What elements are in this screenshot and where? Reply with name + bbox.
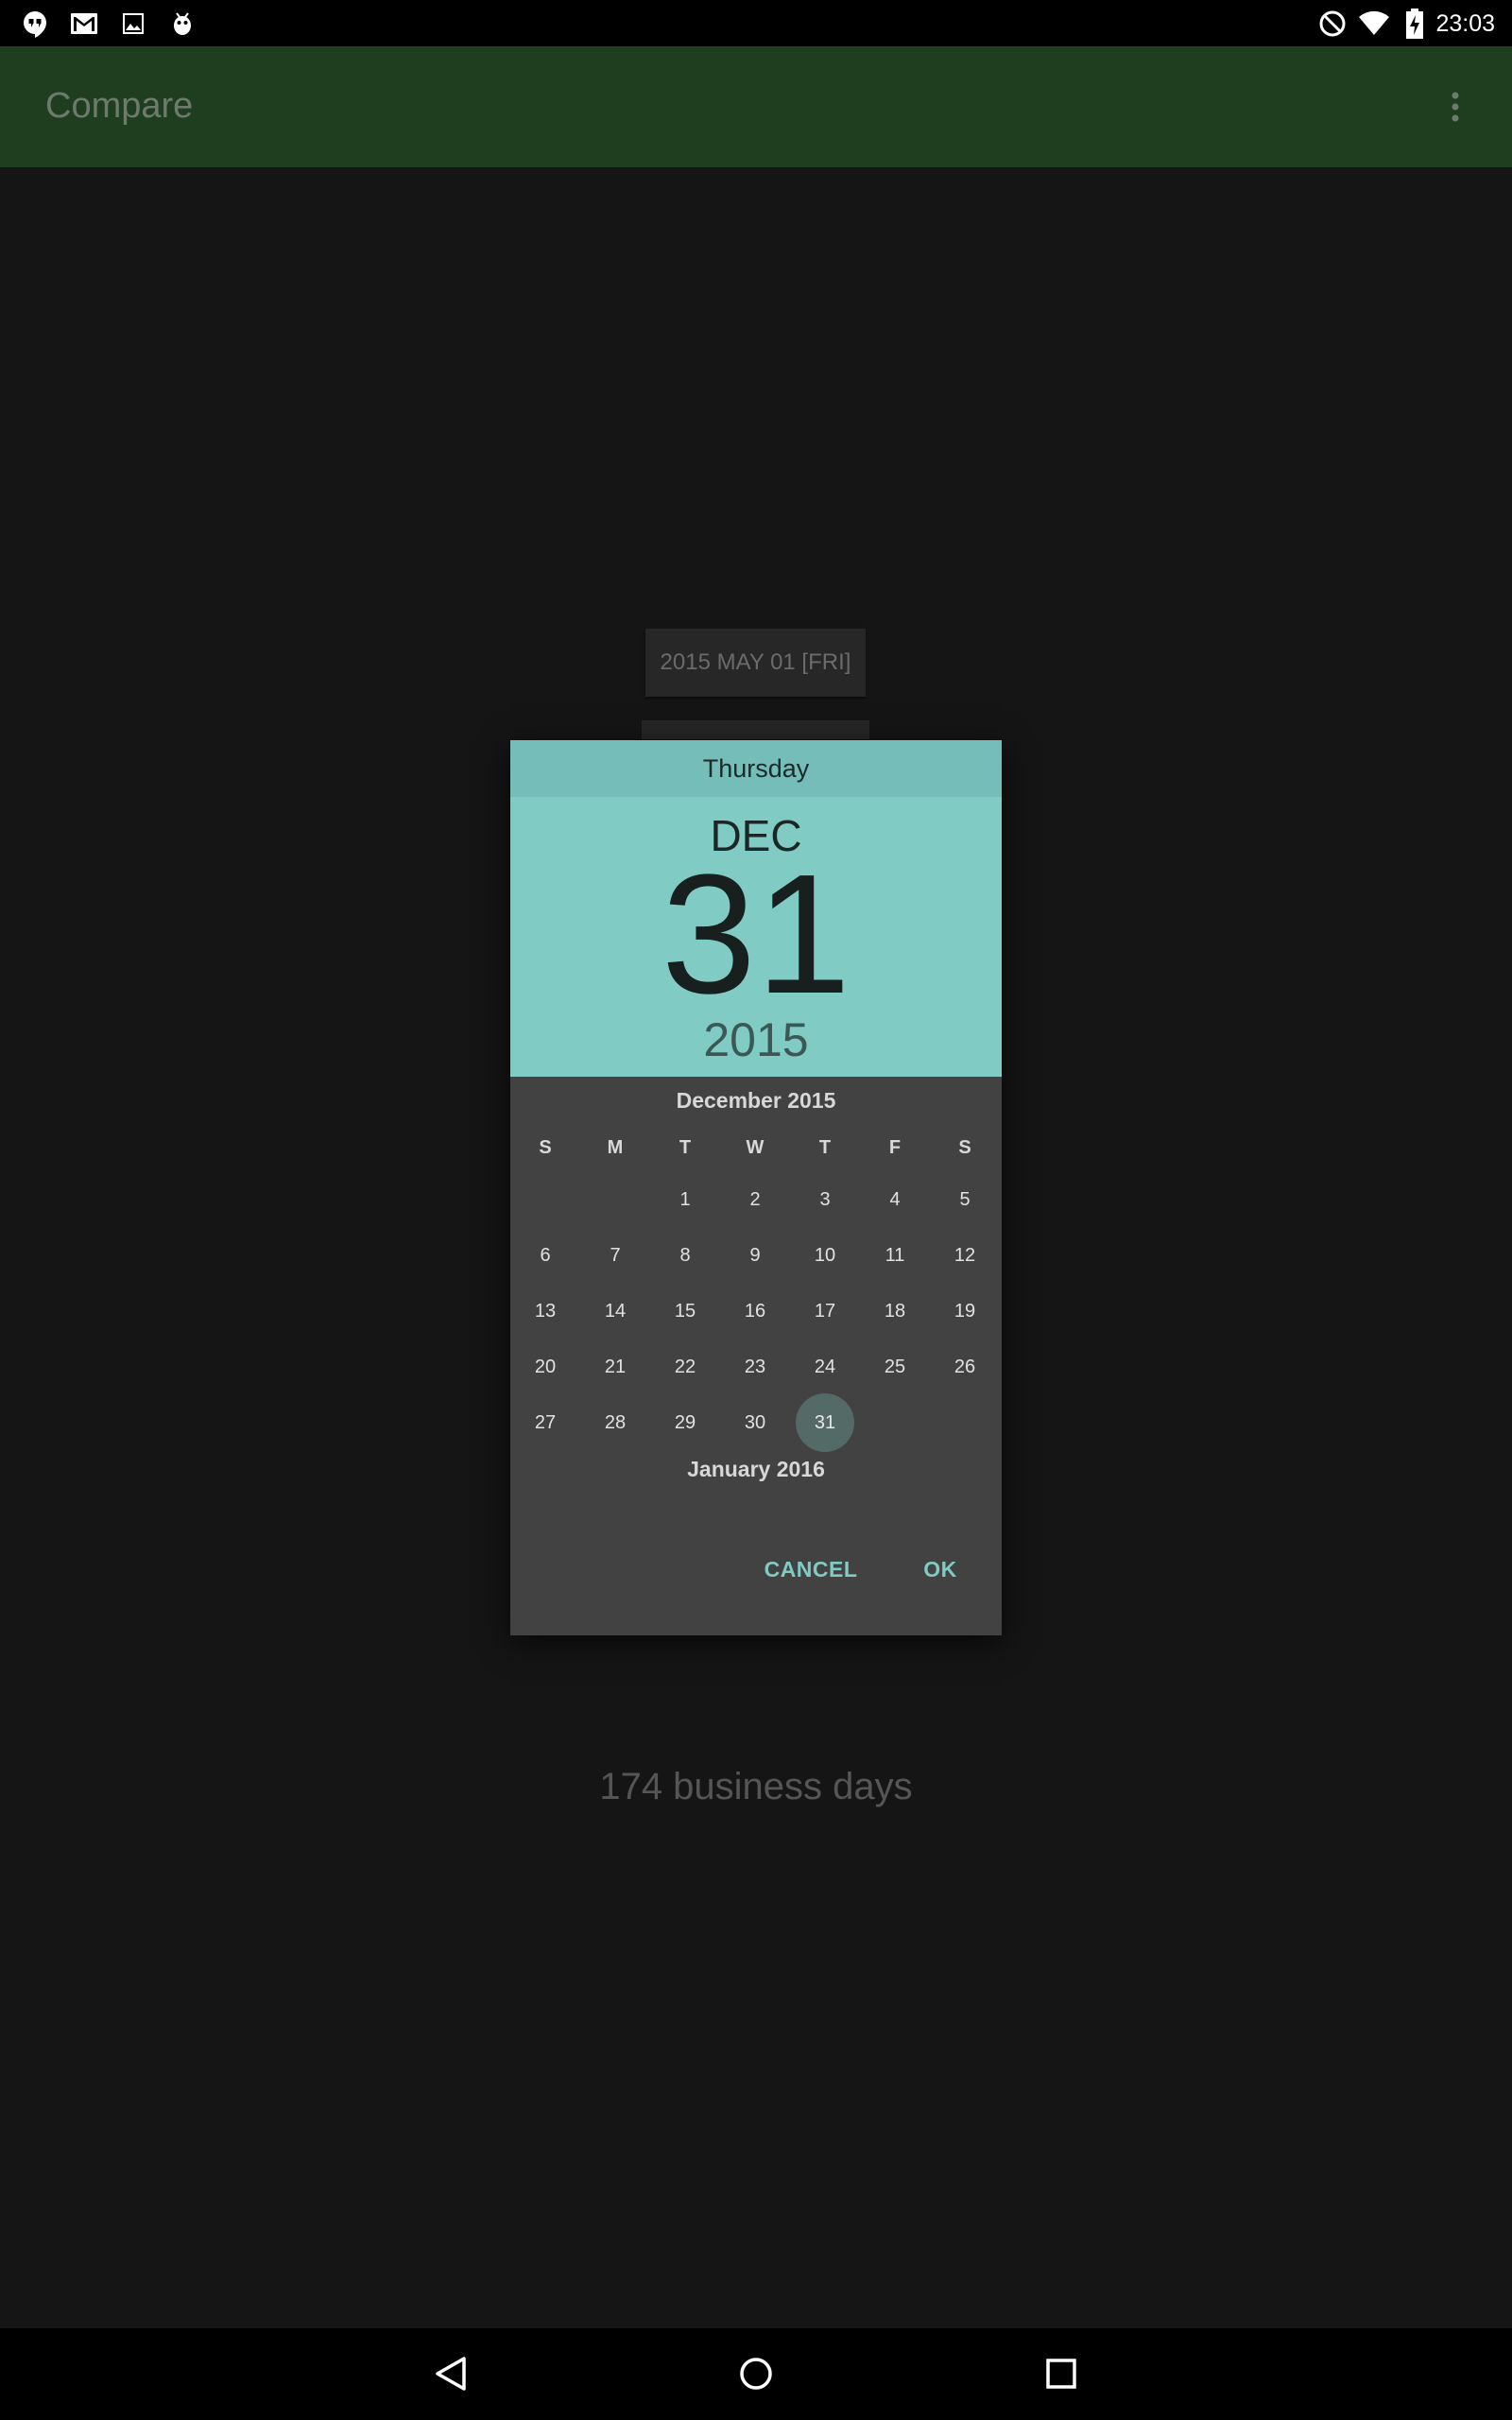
calendar-day[interactable]: 3 <box>796 1170 854 1229</box>
calendar-day[interactable]: 16 <box>726 1282 784 1340</box>
calendar-day[interactable]: 19 <box>936 1282 994 1340</box>
calendar-day[interactable]: 5 <box>936 1170 994 1229</box>
calendar-grid: 1 2 3 4 5 6 7 8 9 10 11 12 13 14 15 16 17 18 19 20 21 22 23 24 2… <box>510 1170 1002 1454</box>
recents-icon[interactable] <box>1033 2345 1090 2402</box>
start-date-button[interactable]: 2015 MAY 01 [FRI] <box>645 629 866 697</box>
calendar-day[interactable]: 2 <box>726 1170 784 1229</box>
weekday-label: W <box>746 1137 765 1158</box>
calendar-day[interactable]: 7 <box>586 1226 644 1285</box>
battery-charging-icon <box>1399 8 1431 40</box>
hangouts-icon <box>19 8 51 40</box>
calendar-day[interactable]: 15 <box>656 1282 714 1340</box>
calendar-day[interactable]: 25 <box>866 1338 924 1396</box>
status-bar: 23:03 <box>0 0 1512 46</box>
calendar-day[interactable]: 17 <box>796 1282 854 1340</box>
app-title: Compare <box>45 86 194 126</box>
calendar-day[interactable]: 9 <box>726 1226 784 1285</box>
weekday-label: T <box>679 1137 692 1158</box>
overflow-menu-icon[interactable] <box>1436 88 1474 126</box>
weekday-label: M <box>607 1137 624 1158</box>
cancel-button[interactable]: CANCEL <box>740 1541 882 1598</box>
calendar-day[interactable]: 28 <box>586 1393 644 1452</box>
ok-button[interactable]: OK <box>893 1541 988 1598</box>
selected-day[interactable]: 31 <box>510 850 1002 1020</box>
clock: 23:03 <box>1435 10 1495 37</box>
date-picker-dialog: Thursday DEC 31 2015 December 2015 S M T W T… <box>510 740 1002 1635</box>
calendar-day[interactable]: 26 <box>936 1338 994 1396</box>
calendar-day[interactable]: 18 <box>866 1282 924 1340</box>
home-icon[interactable] <box>728 2345 784 2402</box>
end-date-button[interactable] <box>642 720 869 739</box>
selected-year[interactable]: 2015 <box>510 1012 1002 1067</box>
navigation-bar <box>0 2328 1512 2420</box>
calendar-day[interactable]: 24 <box>796 1338 854 1396</box>
calendar-day[interactable]: 4 <box>866 1170 924 1229</box>
calendar-day[interactable]: 12 <box>936 1226 994 1285</box>
weekday-label: T <box>818 1137 832 1158</box>
gmail-icon <box>68 8 100 40</box>
calendar-day[interactable]: 29 <box>656 1393 714 1452</box>
calendar-day[interactable]: 14 <box>586 1282 644 1340</box>
back-icon[interactable] <box>422 2345 479 2402</box>
calendar-day[interactable]: 22 <box>656 1338 714 1396</box>
calendar-day[interactable]: 1 <box>656 1170 714 1229</box>
weekday-header: SMTWTFS <box>510 1137 1002 1166</box>
calendar-day[interactable]: 10 <box>796 1226 854 1285</box>
calendar-day[interactable]: 27 <box>516 1393 575 1452</box>
calendar-day[interactable]: 23 <box>726 1338 784 1396</box>
calendar-day[interactable]: 21 <box>586 1338 644 1396</box>
weekday-label: F <box>888 1137 902 1158</box>
calendar-month-label: December 2015 <box>676 1088 836 1113</box>
calendar-day[interactable]: 6 <box>516 1226 575 1285</box>
calendar-day[interactable]: 11 <box>866 1226 924 1285</box>
date-picker-header: DEC 31 2015 <box>510 797 1002 1077</box>
weekday-label: S <box>958 1137 971 1158</box>
android-debug-icon <box>166 8 198 40</box>
weekday-label: S <box>539 1137 552 1158</box>
calendar-day[interactable]: 8 <box>656 1226 714 1285</box>
calendar-day[interactable]: 13 <box>516 1282 575 1340</box>
wifi-icon <box>1358 8 1390 40</box>
gallery-icon <box>117 8 149 40</box>
app-bar: Compare <box>0 46 1512 167</box>
do-not-disturb-icon <box>1316 8 1349 40</box>
calendar-day[interactable]: 30 <box>726 1393 784 1452</box>
day-of-week-label: Thursday <box>510 740 1002 797</box>
calendar-day[interactable]: 20 <box>516 1338 575 1396</box>
calendar-day-selected[interactable]: 31 <box>796 1393 854 1452</box>
business-days-result: 174 business days <box>599 1766 913 1807</box>
next-month-label: January 2016 <box>687 1457 825 1481</box>
